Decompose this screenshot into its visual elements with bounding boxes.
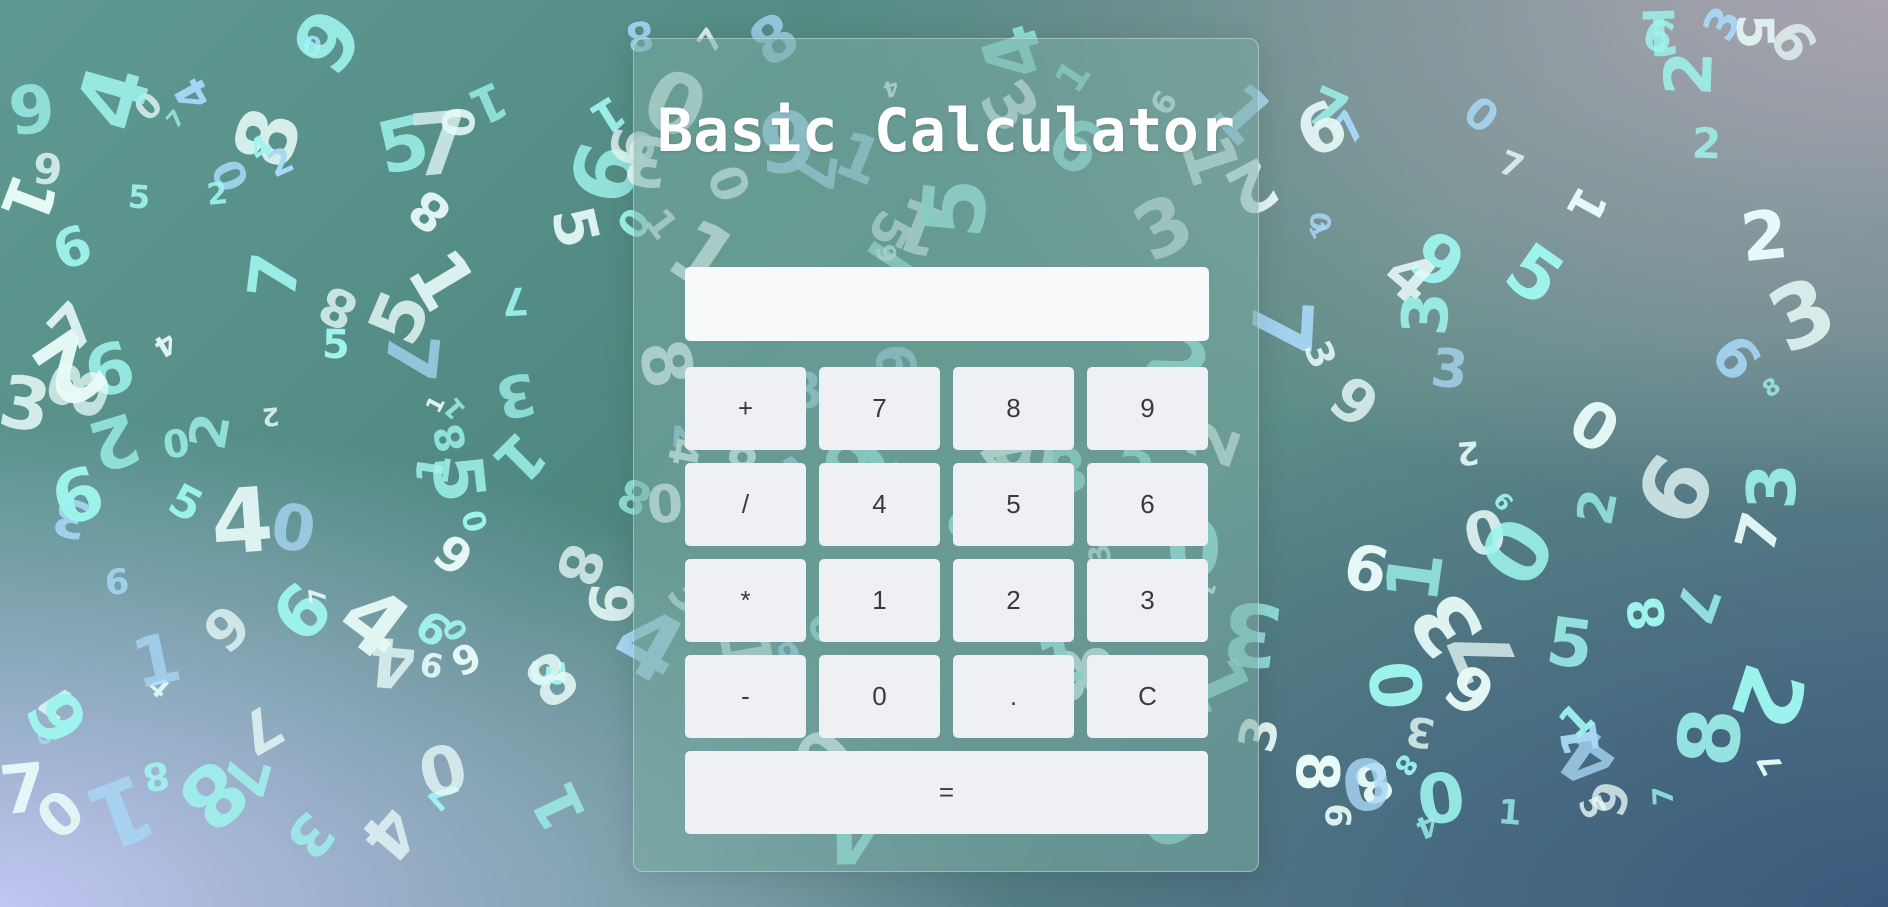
digit-5-button[interactable]: 5 bbox=[953, 463, 1074, 546]
background-digit: 0 bbox=[1353, 656, 1441, 715]
divide-button[interactable]: / bbox=[685, 463, 806, 546]
background-digit: 7 bbox=[1645, 785, 1680, 807]
clear-button[interactable]: C bbox=[1087, 655, 1208, 738]
background-digit: 8 bbox=[511, 635, 594, 725]
background-digit: 7 bbox=[304, 586, 332, 606]
background-digit: 3 bbox=[1732, 463, 1811, 511]
background-digit: 2 bbox=[178, 408, 243, 454]
background-digit: 7 bbox=[1750, 745, 1792, 781]
background-digit: 1 bbox=[125, 618, 189, 706]
decimal-button[interactable]: . bbox=[953, 655, 1074, 738]
background-digit: 9 bbox=[422, 523, 483, 589]
subtract-button[interactable]: - bbox=[685, 655, 806, 738]
background-digit: 5 bbox=[126, 177, 152, 217]
equals-button[interactable]: = bbox=[685, 751, 1208, 834]
background-digit: 7 bbox=[233, 248, 316, 304]
page-title: Basic Calculator bbox=[657, 96, 1235, 166]
background-digit: 2 bbox=[204, 175, 230, 213]
background-digit: 5 bbox=[160, 473, 212, 533]
background-digit: 0 bbox=[159, 419, 193, 468]
background-digit: 0 bbox=[409, 725, 475, 813]
background-digit: 5 bbox=[414, 450, 500, 507]
background-digit: 7 bbox=[1493, 142, 1530, 188]
multiply-button[interactable]: * bbox=[685, 559, 806, 642]
calculator-display[interactable] bbox=[685, 267, 1209, 341]
background-digit: 2 bbox=[1691, 118, 1723, 169]
background-digit: 9 bbox=[273, 0, 383, 92]
background-digit: 1 bbox=[1555, 178, 1619, 233]
digit-0-button[interactable]: 0 bbox=[819, 655, 940, 738]
background-digit: 6 bbox=[1615, 438, 1738, 544]
background-digit: 8 bbox=[425, 419, 477, 458]
background-digit: 3 bbox=[1402, 706, 1439, 759]
digit-3-button[interactable]: 3 bbox=[1087, 559, 1208, 642]
add-button[interactable]: + bbox=[685, 367, 806, 450]
background-digit: 0 bbox=[1336, 738, 1396, 827]
background-digit: 9 bbox=[5, 70, 60, 152]
background-digit: 7 bbox=[1723, 505, 1795, 559]
background-digit: 4 bbox=[345, 790, 435, 877]
background-digit: 5 bbox=[537, 199, 614, 255]
background-digit: 2 bbox=[1455, 433, 1481, 473]
background-digit: 5 bbox=[321, 321, 351, 369]
background-digit: 3 bbox=[489, 359, 542, 432]
background-digit: 8 bbox=[1658, 702, 1763, 771]
background-digit: 8 bbox=[1757, 373, 1786, 404]
background-digit: 0 bbox=[1457, 497, 1574, 602]
background-digit: 0 bbox=[1556, 383, 1633, 469]
digit-1-button[interactable]: 1 bbox=[819, 559, 940, 642]
background-digit: 7 bbox=[226, 690, 294, 768]
background-digit: 4 bbox=[54, 53, 172, 142]
digit-6-button[interactable]: 6 bbox=[1087, 463, 1208, 546]
background-digit: 3 bbox=[1388, 288, 1465, 338]
background-digit: 2 bbox=[1651, 49, 1728, 98]
background-digit: 5 bbox=[1541, 601, 1599, 685]
background-digit: 7 bbox=[500, 278, 530, 324]
digit-2-button[interactable]: 2 bbox=[953, 559, 1074, 642]
digit-4-button[interactable]: 4 bbox=[819, 463, 940, 546]
background-digit: 1 bbox=[1496, 792, 1524, 835]
background-digit: 5 bbox=[1490, 226, 1579, 323]
background-digit: 6 bbox=[44, 213, 100, 284]
digit-9-button[interactable]: 9 bbox=[1087, 367, 1208, 450]
background-digit: 3 bbox=[1427, 337, 1471, 402]
background-digit: 2 bbox=[260, 400, 281, 432]
background-digit: 6 bbox=[103, 562, 131, 605]
background-digit: 3 bbox=[271, 799, 347, 872]
digit-7-button[interactable]: 7 bbox=[819, 367, 940, 450]
background-digit: 7 bbox=[0, 748, 51, 831]
calculator-panel: Basic Calculator + 7 8 9 / 4 5 6 * 1 2 3… bbox=[633, 38, 1259, 872]
background-digit: 4 bbox=[207, 467, 277, 576]
keypad: + 7 8 9 / 4 5 6 * 1 2 3 - 0 . C = bbox=[685, 367, 1209, 834]
background-digit: 9 bbox=[191, 592, 265, 667]
background-digit: 0 bbox=[1455, 83, 1511, 142]
background-digit: 1 bbox=[516, 771, 602, 843]
background-digit: 0 bbox=[266, 486, 322, 566]
digit-8-button[interactable]: 8 bbox=[953, 367, 1074, 450]
background-digit: 7 bbox=[405, 92, 475, 198]
background-digit: 4 bbox=[148, 324, 184, 365]
background-digit: 6 bbox=[11, 676, 107, 758]
background-digit: 2 bbox=[1736, 195, 1792, 278]
background-digit: 6 bbox=[416, 643, 447, 687]
background-digit: 9 bbox=[1316, 362, 1392, 444]
background-digit: 8 bbox=[541, 535, 618, 595]
